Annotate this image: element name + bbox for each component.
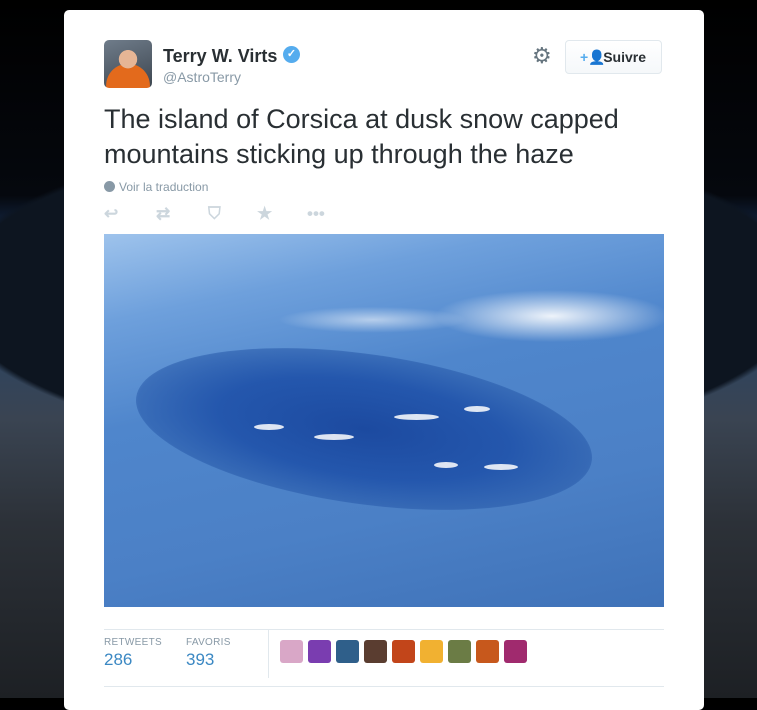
gear-icon[interactable]: ⚙ <box>532 44 552 68</box>
follow-button[interactable]: +👤 Suivre <box>565 40 662 74</box>
favoriter-avatar-3[interactable] <box>336 640 359 663</box>
retweet-icon[interactable]: ⇄ <box>156 204 170 224</box>
follow-label: Suivre <box>603 49 646 65</box>
favoriter-avatar-7[interactable] <box>448 640 471 663</box>
favoriter-avatar-8[interactable] <box>476 640 499 663</box>
globe-icon <box>104 181 115 192</box>
favorites-count[interactable]: 393 <box>186 650 214 670</box>
favoriter-avatar-9[interactable] <box>504 640 527 663</box>
retweets-label: RETWEETS <box>104 637 162 648</box>
tweet-text: The island of Corsica at dusk snow cappe… <box>104 104 619 169</box>
author-handle[interactable]: @AstroTerry <box>163 69 241 85</box>
translate-label: Voir la traduction <box>119 180 209 194</box>
translate-link[interactable]: Voir la traduction <box>104 180 208 194</box>
snow-patch <box>464 406 490 412</box>
divider <box>104 629 664 630</box>
follow-user-plus-icon: +👤 <box>580 49 606 65</box>
tweet-card: Terry W. Virts ✓ @AstroTerry ⚙ +👤 Suivre… <box>64 10 704 710</box>
snow-patch <box>434 462 458 468</box>
snow-patch <box>314 434 354 440</box>
favoriter-avatar-4[interactable] <box>364 640 387 663</box>
favorites-label: FAVORIS <box>186 637 231 648</box>
favoriter-avatar-6[interactable] <box>420 640 443 663</box>
retweets-count[interactable]: 286 <box>104 650 132 670</box>
favorite-star-icon[interactable]: ★ <box>257 204 272 224</box>
pocket-icon[interactable]: ⛉ <box>208 204 221 224</box>
author-avatar[interactable] <box>104 40 152 88</box>
snow-patch <box>484 464 518 470</box>
favoriter-avatar-5[interactable] <box>392 640 415 663</box>
snow-patch <box>254 424 284 430</box>
favoriter-avatar-1[interactable] <box>280 640 303 663</box>
tweet-photo[interactable] <box>104 234 664 607</box>
divider <box>104 686 664 687</box>
author-name[interactable]: Terry W. Virts <box>163 46 277 67</box>
favoriter-avatar-2[interactable] <box>308 640 331 663</box>
island-shape <box>125 322 603 536</box>
snow-patch <box>394 414 439 420</box>
verified-check-icon: ✓ <box>283 46 300 63</box>
stats-separator <box>268 630 269 678</box>
more-dots-icon[interactable]: ••• <box>307 204 325 224</box>
reply-icon[interactable]: ↩ <box>104 204 118 224</box>
